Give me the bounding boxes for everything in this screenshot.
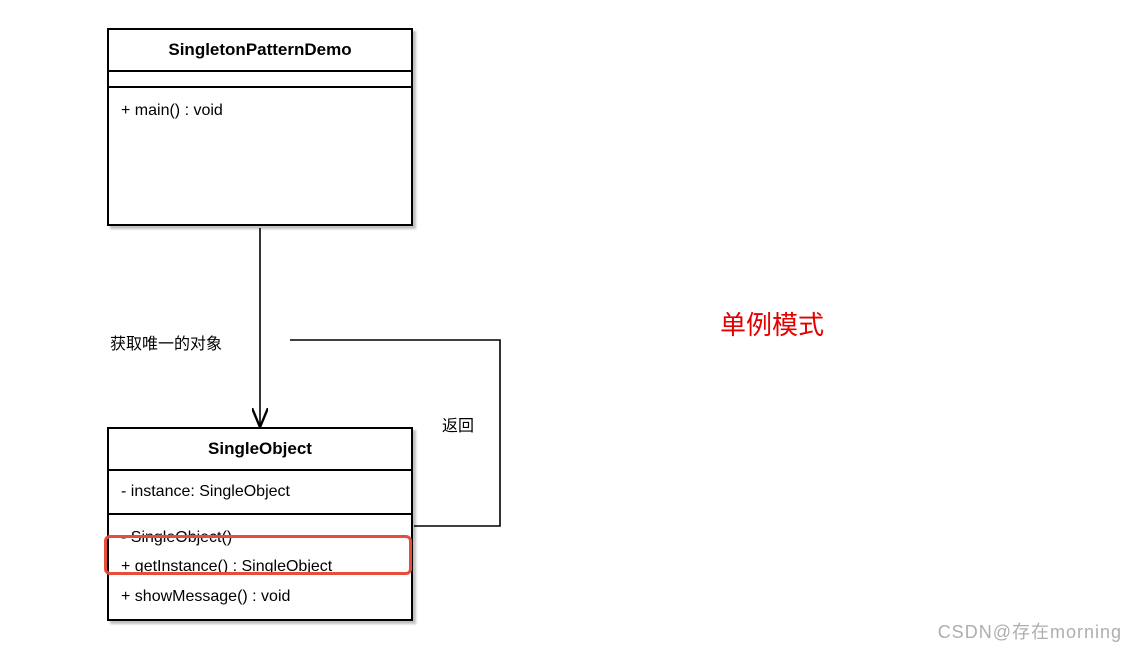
annotation-title: 单例模式 (720, 305, 824, 342)
edge-label-acquire: 获取唯一的对象 (110, 330, 222, 354)
uml-method: + showMessage() : void (121, 582, 399, 612)
uml-method: + getInstance() : SingleObject (121, 552, 399, 582)
uml-methods-section: - SingleObject() + getInstance() : Singl… (109, 515, 411, 620)
uml-attributes-section (109, 72, 411, 88)
uml-class-title: SingleObject (109, 429, 411, 471)
uml-attribute: - instance: SingleObject (121, 477, 399, 507)
edge-label-return: 返回 (442, 412, 474, 436)
uml-attributes-section: - instance: SingleObject (109, 471, 411, 515)
uml-class-demo: SingletonPatternDemo + main() : void (107, 28, 413, 226)
uml-class-single: SingleObject - instance: SingleObject - … (107, 427, 413, 621)
watermark: CSDN@存在morning (938, 618, 1122, 644)
uml-method: + main() : void (121, 96, 399, 126)
uml-class-title: SingletonPatternDemo (109, 30, 411, 72)
uml-methods-section: + main() : void (109, 88, 411, 224)
uml-method: - SingleObject() (121, 523, 399, 553)
